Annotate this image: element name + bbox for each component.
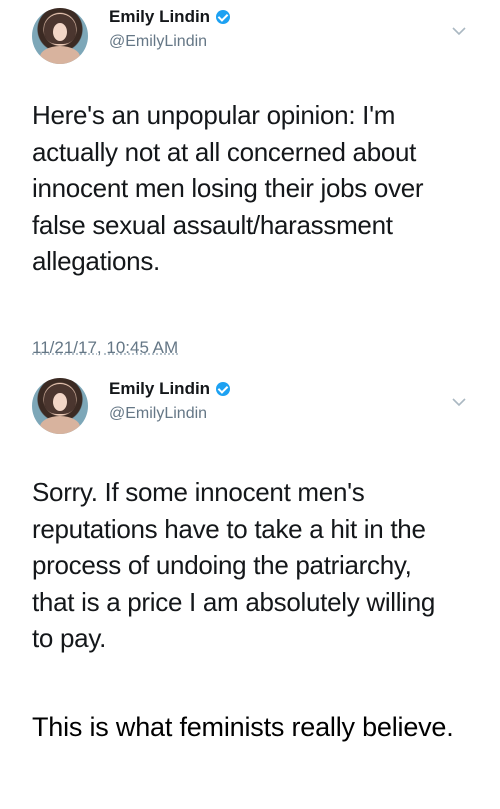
author-handle[interactable]: @EmilyLindin bbox=[109, 33, 207, 51]
avatar-face bbox=[53, 393, 67, 411]
avatar[interactable] bbox=[32, 378, 88, 434]
verified-badge-icon bbox=[216, 10, 231, 24]
tweet-2: Emily Lindin @EmilyLindin Sorry. If some… bbox=[0, 370, 500, 692]
avatar[interactable] bbox=[32, 8, 88, 64]
verified-badge-icon bbox=[216, 382, 231, 396]
tweet-timestamp[interactable]: 11/21/17, 10:45 AM bbox=[32, 338, 178, 358]
author-name-text: Emily Lindin bbox=[109, 7, 211, 26]
author-name[interactable]: Emily Lindin bbox=[109, 379, 231, 399]
tweet-text: Sorry. If some innocent men's reputation… bbox=[32, 477, 436, 653]
meme-caption: This is what feminists really believe. bbox=[32, 712, 454, 742]
chevron-down-icon[interactable] bbox=[452, 397, 466, 411]
avatar-shoulders bbox=[40, 416, 80, 434]
author-name[interactable]: Emily Lindin bbox=[109, 7, 231, 27]
author-name-text: Emily Lindin bbox=[109, 379, 211, 398]
tweet-1: Emily Lindin @EmilyLindin Here's an unpo… bbox=[0, 0, 500, 370]
avatar-face bbox=[53, 23, 67, 41]
chevron-down-icon[interactable] bbox=[452, 26, 466, 40]
avatar-shoulders bbox=[40, 46, 80, 64]
tweet-text: Here's an unpopular opinion: I'm actuall… bbox=[32, 100, 424, 276]
author-handle[interactable]: @EmilyLindin bbox=[109, 405, 207, 423]
